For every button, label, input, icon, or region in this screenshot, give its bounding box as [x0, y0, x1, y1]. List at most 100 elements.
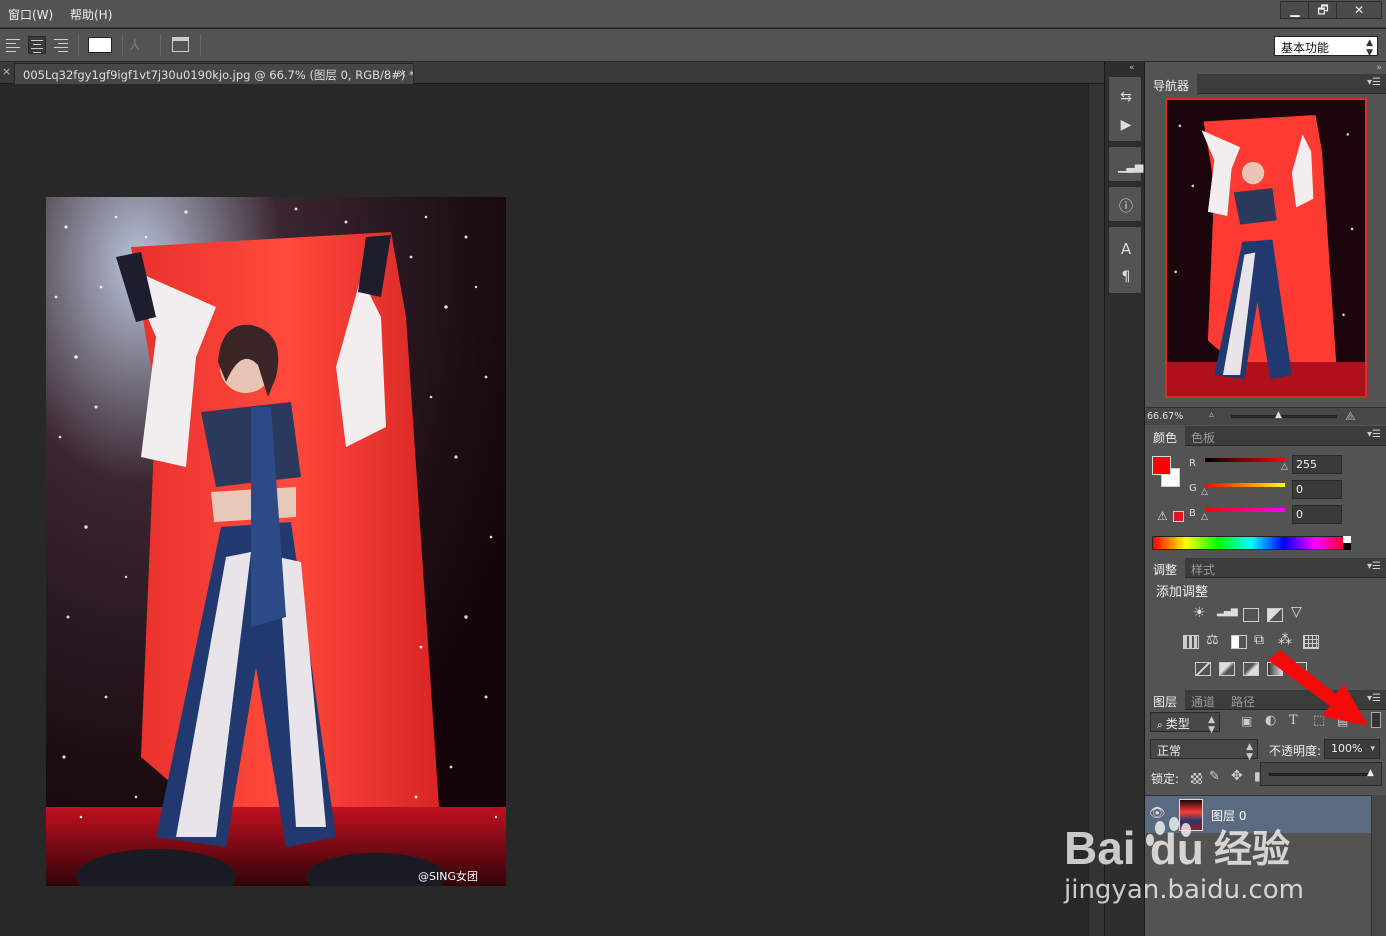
tab-adjustments[interactable]: 调整	[1145, 558, 1186, 578]
color-tab-bar: 颜色 色板 ▾☰	[1145, 426, 1386, 446]
history-icon[interactable]: ⇆	[1118, 89, 1134, 105]
curves-icon[interactable]	[1243, 608, 1259, 622]
align-right-icon[interactable]	[52, 36, 70, 54]
g-slider-handle[interactable]: △	[1201, 487, 1208, 497]
panel-menu-icon[interactable]: ▾☰	[1367, 561, 1381, 572]
lock-label: 锁定:	[1151, 772, 1180, 786]
color-lookup-icon[interactable]	[1303, 635, 1319, 649]
b-slider[interactable]	[1205, 508, 1285, 512]
opacity-label: 不透明度:	[1269, 744, 1322, 758]
filter-pixel-icon[interactable]: ▣	[1241, 714, 1252, 728]
close-window-button[interactable]: ✕	[1336, 1, 1382, 19]
threshold-icon[interactable]	[1243, 662, 1259, 676]
gamut-color-swatch[interactable]	[1173, 511, 1184, 522]
panel-menu-icon[interactable]: ▾☰	[1367, 77, 1381, 88]
restore-button[interactable]: 🗗	[1308, 1, 1338, 19]
minimize-button[interactable]: ▁	[1280, 1, 1310, 19]
tab-color[interactable]: 颜色	[1145, 426, 1186, 446]
add-adjustment-heading: 添加调整	[1156, 585, 1209, 600]
search-icon: ⌕	[1157, 720, 1166, 731]
blend-mode-select[interactable]: 正常 ▲ ▼	[1150, 739, 1258, 762]
watermark-product: 经验	[1214, 827, 1290, 871]
b-slider-handle[interactable]: △	[1201, 512, 1208, 522]
gamut-warning-icon[interactable]: ⚠	[1157, 509, 1168, 523]
tab-layers[interactable]: 图层	[1145, 690, 1186, 710]
opacity-slider-handle[interactable]: ▲	[1367, 768, 1374, 778]
watermark-brand-suffix: du	[1150, 825, 1204, 874]
layers-scrollbar[interactable]	[1371, 795, 1386, 936]
zoom-out-icon[interactable]: ▵	[1209, 409, 1214, 420]
photo-filter-icon[interactable]: ⧉	[1254, 632, 1264, 648]
align-center-icon[interactable]	[28, 36, 46, 54]
vibrance-icon[interactable]: ▽	[1291, 604, 1302, 620]
posterize-icon[interactable]	[1219, 662, 1235, 676]
tab-navigator[interactable]: 导航器	[1145, 74, 1198, 94]
lock-position-icon[interactable]: ✥	[1231, 768, 1243, 784]
lock-pixels-icon[interactable]: ✎	[1209, 769, 1220, 784]
align-left-icon[interactable]	[4, 36, 22, 54]
character-icon[interactable]: A	[1118, 241, 1134, 257]
histogram-icon[interactable]: ▁▃▅	[1118, 159, 1143, 175]
foreground-color-swatch[interactable]	[1152, 456, 1171, 475]
adjustments-tab-bar: 调整 样式 ▾☰	[1145, 558, 1386, 578]
opacity-field[interactable]: 100% ▾	[1324, 739, 1380, 759]
text-color-swatch[interactable]	[88, 37, 112, 53]
g-value-field[interactable]: 0	[1292, 480, 1342, 499]
expand-dock-icon[interactable]: »	[1376, 63, 1382, 73]
invert-icon[interactable]	[1195, 662, 1211, 676]
document-tab-bar: × 005Lq32fgy1gf9igf1vt7j30u0190kjo.jpg @…	[0, 62, 1104, 84]
zoom-level: 66.67%	[1147, 411, 1184, 422]
brightness-contrast-icon[interactable]: ☀	[1193, 605, 1206, 621]
black-white-icon[interactable]	[1231, 635, 1247, 649]
warp-text-icon[interactable]: ⅄	[130, 35, 140, 54]
zoom-in-icon[interactable]: ⟁	[1345, 409, 1356, 424]
color-balance-icon[interactable]: ⚖	[1206, 632, 1219, 648]
exposure-icon[interactable]	[1267, 608, 1283, 622]
r-slider[interactable]	[1205, 458, 1285, 462]
levels-icon[interactable]: ▂▄▆	[1217, 607, 1238, 617]
navigator-preview[interactable]	[1165, 98, 1367, 398]
layer-filter-kind-select[interactable]: ⌕ 类型 ▲ ▼	[1150, 712, 1220, 735]
document-tab[interactable]: 005Lq32fgy1gf9igf1vt7j30u0190kjo.jpg @ 6…	[14, 63, 414, 84]
red-arrow-annotation	[1268, 650, 1368, 726]
tab-close-icon[interactable]: ×	[398, 67, 407, 80]
menu-help[interactable]: 帮助(H)	[70, 6, 112, 23]
collapsed-panel-dock: « ⇆ ▶ ▁▃▅ ⓘ A ¶	[1104, 62, 1144, 936]
opacity-slider-track[interactable]	[1269, 773, 1369, 776]
channel-mixer-icon[interactable]: ⁂	[1278, 632, 1292, 648]
workspace-select[interactable]: 基本功能 ▲ ▼	[1274, 36, 1378, 58]
tabbar-close-icon[interactable]: ×	[2, 65, 11, 78]
tab-swatches[interactable]: 色板	[1183, 426, 1223, 446]
character-panel-icon[interactable]	[172, 37, 189, 52]
collapse-dock-icon[interactable]: «	[1129, 63, 1135, 73]
g-slider[interactable]	[1205, 483, 1285, 487]
right-panels: » 导航器 ▾☰ 66.67% ▵ ▲ ⟁ 颜色 色板 ▾☰ ⚠ R △ 255…	[1144, 62, 1386, 936]
lock-all-icon[interactable]: ▮	[1254, 769, 1261, 783]
hue-saturation-icon[interactable]	[1183, 635, 1199, 649]
paragraph-icon[interactable]: ¶	[1118, 269, 1134, 285]
watermark-brand: Bai	[1064, 822, 1136, 874]
baidu-watermark: Bai du 经验 jingyan.baidu.com	[1062, 806, 1322, 916]
navigator-zoom-row: 66.67% ▵ ▲ ⟁	[1145, 407, 1386, 425]
g-label: G	[1189, 483, 1197, 494]
zoom-slider-handle[interactable]: ▲	[1275, 410, 1282, 420]
r-value-field[interactable]: 255	[1292, 455, 1342, 474]
watermark-url: jingyan.baidu.com	[1063, 875, 1304, 905]
r-slider-handle[interactable]: △	[1281, 462, 1288, 472]
tab-styles[interactable]: 样式	[1183, 558, 1223, 578]
black-white-ramp[interactable]	[1343, 536, 1351, 550]
document-image[interactable]: @SING女团	[46, 197, 506, 886]
info-icon[interactable]: ⓘ	[1118, 199, 1134, 215]
color-spectrum-ramp[interactable]	[1152, 536, 1350, 550]
b-label: B	[1189, 508, 1196, 519]
b-value-field[interactable]: 0	[1292, 505, 1342, 524]
lock-transparent-icon[interactable]	[1191, 773, 1202, 784]
photo-credit-text: @SING女团	[418, 869, 478, 883]
panel-menu-icon[interactable]: ▾☰	[1367, 429, 1381, 440]
menu-window[interactable]: 窗口(W)	[8, 6, 53, 23]
tab-paths[interactable]: 路径	[1223, 690, 1263, 710]
tab-channels[interactable]: 通道	[1183, 690, 1223, 710]
actions-play-icon[interactable]: ▶	[1118, 117, 1134, 133]
r-label: R	[1189, 458, 1196, 469]
options-bar: ⅄ 基本功能 ▲ ▼	[0, 29, 1386, 62]
